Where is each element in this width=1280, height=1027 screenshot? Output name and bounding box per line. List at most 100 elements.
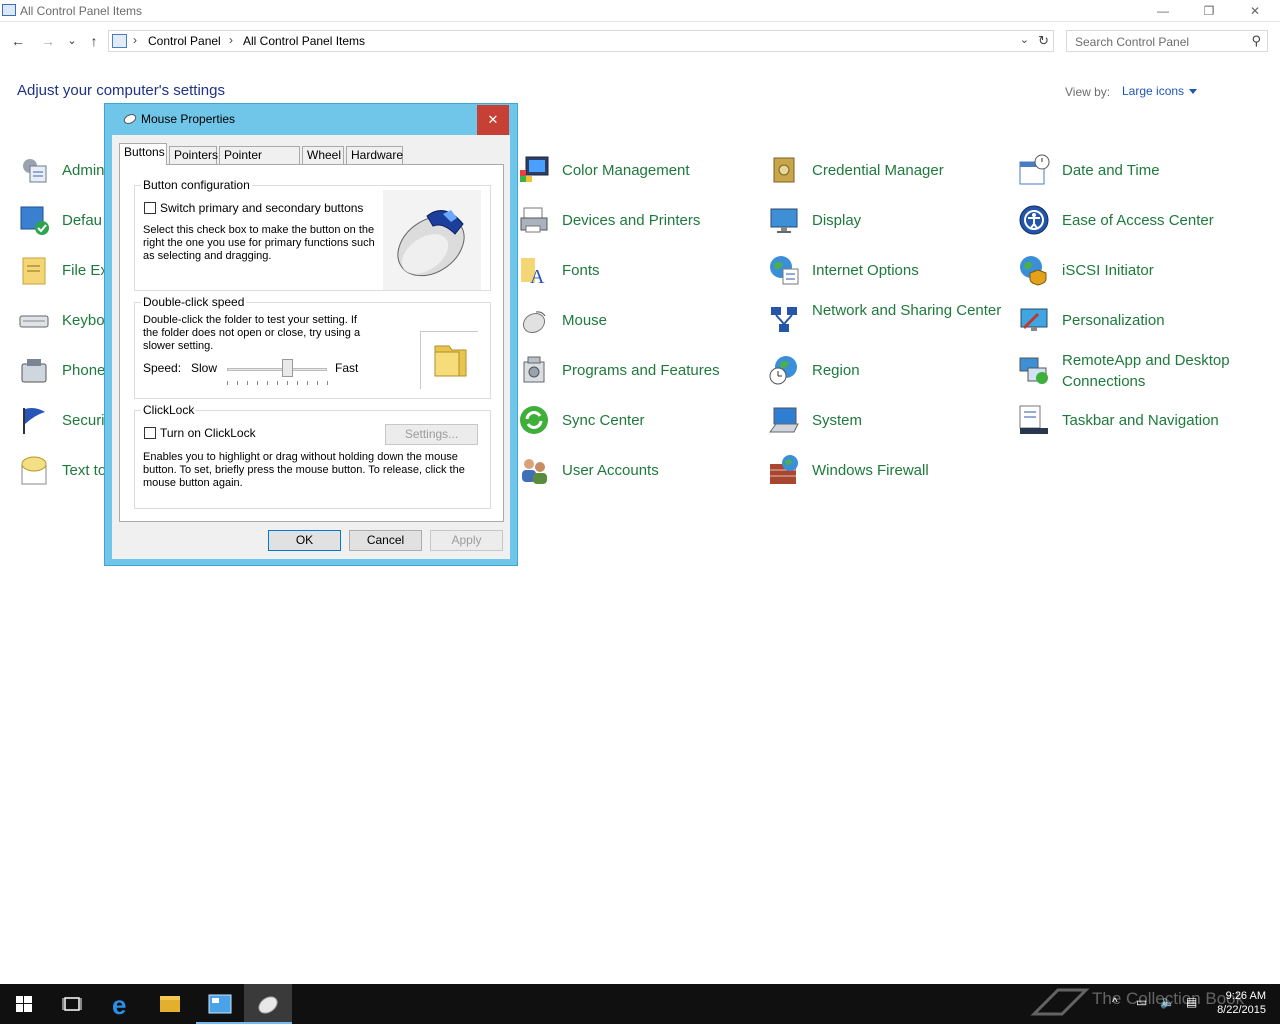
cp-item-label: Devices and Printers: [562, 212, 701, 229]
mouse-illustration-icon: [397, 210, 465, 277]
recent-locations-button[interactable]: ⌄: [62, 31, 82, 51]
double-click-speed-group: Double-click speed Double-click the fold…: [134, 295, 491, 399]
cp-item-label: Programs and Features: [562, 362, 720, 379]
mouse-icon: [522, 311, 546, 334]
slider-tick: [307, 381, 308, 385]
cp-item-label: System: [812, 412, 863, 429]
switch-buttons-checkbox[interactable]: [144, 202, 156, 214]
remote-desktop-icon: [1019, 357, 1048, 384]
cp-item-label: Date and Time: [1062, 162, 1160, 179]
double-click-speed-slider[interactable]: [227, 368, 327, 371]
minimize-button[interactable]: —: [1140, 0, 1186, 22]
speed-label: Speed:: [143, 361, 182, 375]
clicklock-checkbox[interactable]: [144, 427, 156, 439]
ok-button[interactable]: OK: [268, 530, 341, 551]
address-field[interactable]: › Control Panel › All Control Panel Item…: [108, 30, 1054, 52]
cp-item-label: Windows Firewall: [812, 462, 929, 479]
up-button[interactable]: ↑: [84, 31, 104, 51]
tab-wheel[interactable]: Wheel: [302, 146, 344, 164]
page-title: Adjust your computer's settings: [17, 82, 225, 99]
breadcrumb-all-items[interactable]: All Control Panel Items: [243, 34, 365, 48]
test-folder-area[interactable]: [420, 331, 478, 389]
caret-down-icon: [1189, 89, 1198, 95]
admin-tools-icon: [23, 159, 47, 183]
tab-pointers[interactable]: Pointers: [169, 146, 218, 164]
control-panel-icon: [2, 4, 16, 16]
search-icon[interactable]: ⚲: [1251, 33, 1261, 49]
cp-item-label: RemoteApp and Desktop Connections: [1062, 352, 1230, 390]
control-panel-icon: [112, 34, 127, 48]
slider-thumb[interactable]: [282, 359, 293, 377]
button-configuration-group: Button configuration Switch primary and …: [134, 178, 491, 291]
cancel-button[interactable]: Cancel: [349, 530, 422, 551]
calendar-icon: [1019, 154, 1050, 185]
start-button[interactable]: [0, 984, 48, 1024]
cp-item-label: Personalization: [1062, 312, 1165, 329]
refresh-icon[interactable]: ↻: [1038, 33, 1049, 49]
task-view-button[interactable]: [48, 984, 96, 1024]
chevron-down-icon[interactable]: ⌄: [1020, 33, 1029, 46]
edge-icon: e: [112, 990, 126, 1020]
taskbar: e ^ ▭ 🔈 ▤ 9:26 AM 8/22/2015: [0, 984, 1280, 1024]
svg-text:e: e: [112, 990, 126, 1020]
window-titlebar: All Control Panel Items — ❐ ✕: [0, 0, 1280, 22]
cp-item-label: Credential Manager: [812, 162, 944, 179]
cp-item-label: Fonts: [562, 262, 600, 279]
switch-buttons-label: Switch primary and secondary buttons: [160, 201, 364, 215]
tab-buttons[interactable]: Buttons: [119, 143, 167, 165]
slider-tick: [227, 381, 228, 385]
breadcrumb-control-panel[interactable]: Control Panel: [148, 34, 221, 48]
mouse-icon: [123, 114, 137, 124]
slider-tick: [317, 381, 318, 385]
slow-label: Slow: [191, 361, 218, 375]
region-clock-icon: [769, 356, 797, 385]
cp-item-label: Mouse: [562, 312, 608, 329]
back-button[interactable]: ←: [8, 31, 28, 51]
search-box[interactable]: Search Control Panel ⚲: [1066, 30, 1268, 52]
cp-item-label: Ease of Access Center: [1062, 212, 1214, 229]
keyboard-icon: [19, 315, 49, 328]
dialog-close-button[interactable]: ✕: [477, 105, 509, 135]
fast-label: Fast: [335, 361, 359, 375]
taskbar-mouse-properties[interactable]: [244, 984, 292, 1024]
phone-icon: [21, 359, 47, 383]
globe-icon: [770, 256, 799, 285]
taskbar-edge[interactable]: e: [98, 984, 146, 1024]
safe-icon: [773, 157, 795, 183]
taskbar-icon: [1019, 405, 1048, 434]
personalization-icon: [1020, 308, 1048, 331]
clicklock-label: Turn on ClickLock: [160, 426, 256, 440]
double-click-description: Double-click the folder to test your set…: [143, 314, 361, 352]
group-title: Button configuration: [141, 178, 252, 192]
folder-icon[interactable]: [421, 332, 479, 390]
taskbar-control-panel[interactable]: [196, 984, 244, 1024]
watermark-text: The Collection Book: [1092, 989, 1245, 1008]
folder-icon: [160, 996, 180, 1012]
button-config-description: Select this check box to make the button…: [143, 224, 375, 262]
mouse-image: [383, 190, 481, 290]
window-title: All Control Panel Items: [20, 4, 143, 18]
control-panel-icon: [208, 994, 232, 1014]
chevron-right-icon[interactable]: ›: [133, 33, 137, 47]
flag-icon: [23, 408, 45, 434]
cp-item-label: iSCSI Initiator: [1062, 262, 1154, 279]
users-icon: [522, 459, 547, 484]
tab-pointer-options[interactable]: Pointer Options: [219, 146, 300, 178]
close-window-button[interactable]: ✕: [1232, 0, 1278, 22]
view-by-dropdown[interactable]: Large icons: [1122, 84, 1198, 98]
taskbar-file-explorer[interactable]: [146, 984, 194, 1024]
clicklock-settings-button[interactable]: Settings...: [385, 424, 478, 445]
cp-item-label: Taskbar and Navigation: [1062, 412, 1219, 429]
dialog-client-area: Buttons Pointers Pointer Options Wheel H…: [112, 135, 510, 559]
default-programs-icon: [20, 206, 49, 235]
programs-icon: [523, 356, 545, 383]
ease-of-access-icon: [1019, 205, 1049, 235]
apply-button[interactable]: Apply: [430, 530, 503, 551]
slider-tick: [257, 381, 258, 385]
tab-hardware[interactable]: Hardware: [346, 146, 403, 164]
forward-button[interactable]: →: [38, 31, 58, 51]
search-input[interactable]: Search Control Panel: [1075, 35, 1189, 49]
slider-tick: [247, 381, 248, 385]
restore-button[interactable]: ❐: [1186, 0, 1232, 22]
chevron-right-icon[interactable]: ›: [229, 33, 233, 47]
